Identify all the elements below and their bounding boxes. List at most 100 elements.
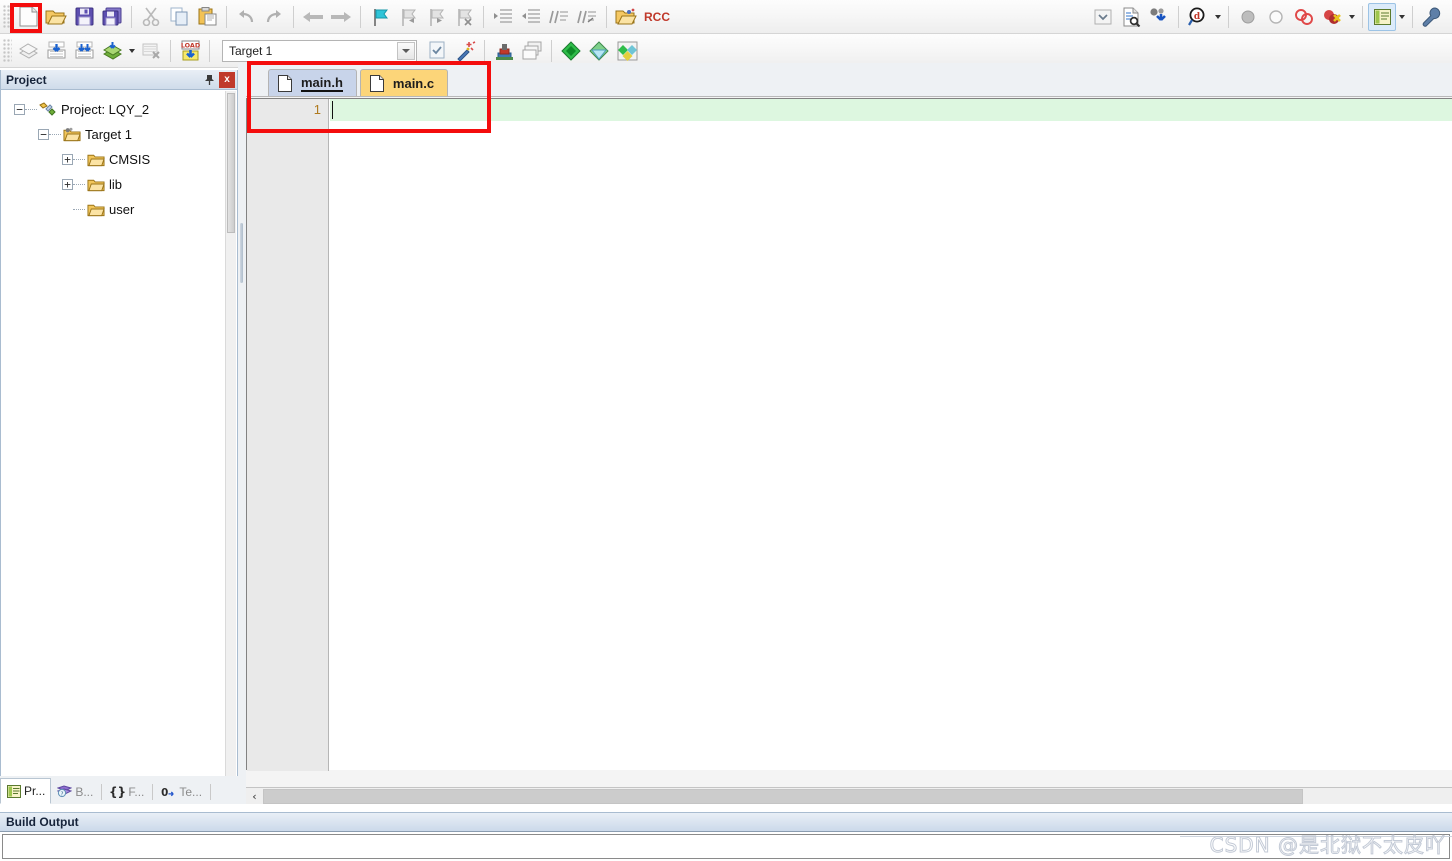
scrollbar-thumb[interactable]	[227, 93, 235, 233]
indent-button[interactable]	[489, 3, 517, 31]
sidebar-tab-templates[interactable]: 0 Te...	[155, 780, 208, 804]
csdn-watermark: CSDN @是北狱不太皮吖	[1209, 833, 1446, 858]
save-all-button[interactable]	[98, 3, 126, 31]
browse-dropdown-button[interactable]	[1089, 3, 1117, 31]
pack-installer-button[interactable]	[585, 37, 613, 65]
editor-tab-main-c[interactable]: main.c	[359, 69, 449, 96]
editor-tabstrip: main.h main.c	[246, 63, 1452, 97]
expander-minus-icon[interactable]: −	[14, 104, 25, 115]
toolbar-separator	[170, 39, 171, 62]
configuration-wizard-button[interactable]	[612, 3, 640, 31]
editor-horizontal-scrollbar[interactable]: ‹	[246, 787, 1452, 804]
breakpoint-disable-button[interactable]	[1290, 3, 1318, 31]
chevron-down-icon[interactable]	[1346, 3, 1357, 31]
kill-breakpoints-button[interactable]	[1318, 3, 1346, 31]
folder-icon	[87, 177, 105, 193]
translate-file-button[interactable]	[14, 37, 42, 65]
braces-icon: {}	[110, 785, 125, 800]
stop-build-button[interactable]	[137, 37, 165, 65]
code-editor[interactable]: 1	[246, 98, 1452, 771]
project-tree-scrollbar[interactable]	[225, 91, 236, 785]
chevron-down-icon[interactable]	[1396, 3, 1407, 31]
project-panel-icon	[6, 784, 21, 799]
build-target-button[interactable]	[42, 37, 70, 65]
chevron-down-icon[interactable]	[126, 37, 137, 65]
clear-bookmarks-button[interactable]	[450, 3, 478, 31]
editor-tab-main-h[interactable]: main.h	[268, 69, 357, 96]
find-in-files-button[interactable]	[1117, 3, 1145, 31]
target-select-value: Target 1	[229, 43, 273, 58]
download-target-button[interactable]	[1145, 3, 1173, 31]
prev-bookmark-button[interactable]	[394, 3, 422, 31]
sidebar-tab-books[interactable]: ? B...	[51, 780, 99, 804]
splitter-grip[interactable]	[240, 223, 243, 283]
components-button[interactable]	[557, 37, 585, 65]
paste-button[interactable]	[193, 3, 221, 31]
project-icon	[39, 102, 57, 118]
target-options-button[interactable]	[423, 37, 451, 65]
batch-build-button[interactable]	[98, 37, 126, 65]
tree-item-label: lib	[109, 177, 123, 192]
copy-button[interactable]	[165, 3, 193, 31]
outdent-button[interactable]	[517, 3, 545, 31]
tree-item-project[interactable]: − Project: LQY_2	[2, 97, 225, 122]
download-load-button[interactable]: LOAD	[176, 37, 204, 65]
tree-item-user[interactable]: user	[2, 197, 225, 222]
breakpoint-hollow-button[interactable]	[1262, 3, 1290, 31]
breakpoint-gray-button[interactable]	[1234, 3, 1262, 31]
toggle-bookmark-button[interactable]	[366, 3, 394, 31]
configure-tools-button[interactable]	[1418, 3, 1446, 31]
sidebar-tab-project[interactable]: Pr...	[0, 778, 52, 804]
rebuild-all-button[interactable]	[70, 37, 98, 65]
tab-separator	[101, 784, 103, 800]
tree-item-label: Project: LQY_2	[61, 102, 150, 117]
editor-tab-label: main.h	[301, 74, 343, 92]
manage-runtime-button[interactable]	[451, 37, 479, 65]
navigate-back-button[interactable]	[299, 3, 327, 31]
toolbar-grip[interactable]	[3, 4, 12, 29]
scroll-left-arrow[interactable]: ‹	[246, 788, 263, 805]
project-panel-title: Project	[6, 72, 47, 87]
expander-plus-icon[interactable]: +	[62, 179, 73, 190]
toolbar-separator	[209, 39, 210, 62]
navigate-forward-button[interactable]	[327, 3, 355, 31]
panel-splitter[interactable]	[238, 63, 246, 804]
target-select[interactable]: Target 1	[222, 39, 417, 62]
tab-separator	[210, 784, 212, 800]
open-file-button[interactable]	[42, 3, 70, 31]
rcc-label: RCC	[644, 9, 670, 24]
project-panel: Project x − Project: LQY_2 − Target 1 + …	[0, 70, 238, 787]
expander-minus-icon[interactable]: −	[38, 129, 49, 140]
cut-button[interactable]	[137, 3, 165, 31]
next-bookmark-button[interactable]	[422, 3, 450, 31]
pin-icon[interactable]	[201, 72, 217, 88]
sidebar-tab-functions[interactable]: {} F...	[104, 780, 150, 804]
manage-multi-project-button[interactable]	[518, 37, 546, 65]
toolbar-separator	[1178, 5, 1179, 28]
tree-item-lib[interactable]: + lib	[2, 172, 225, 197]
manage-project-items-button[interactable]	[490, 37, 518, 65]
tab-separator	[152, 784, 154, 800]
new-file-button[interactable]	[14, 3, 42, 31]
current-line-highlight	[330, 99, 1452, 121]
scrollbar-thumb[interactable]	[263, 788, 1303, 804]
tree-item-target[interactable]: − Target 1	[2, 122, 225, 147]
comment-button[interactable]	[545, 3, 573, 31]
chevron-down-icon[interactable]	[1212, 3, 1223, 31]
debug-search-button[interactable]: d	[1184, 3, 1212, 31]
toolbar-grip[interactable]	[3, 38, 12, 63]
window-layout-button[interactable]	[1368, 2, 1396, 31]
toolbar-separator	[484, 39, 485, 62]
toolbar-separator	[606, 5, 607, 28]
uncomment-button[interactable]	[573, 3, 601, 31]
tree-item-cmsis[interactable]: + CMSIS	[2, 147, 225, 172]
toolbar-separator	[293, 5, 294, 28]
expander-plus-icon[interactable]: +	[62, 154, 73, 165]
pack-manager-button[interactable]	[613, 37, 641, 65]
chevron-down-icon[interactable]	[397, 41, 415, 60]
save-button[interactable]	[70, 3, 98, 31]
close-panel-icon[interactable]: x	[219, 71, 235, 88]
undo-button[interactable]	[232, 3, 260, 31]
redo-button[interactable]	[260, 3, 288, 31]
scrollbar-track[interactable]	[263, 788, 1452, 804]
